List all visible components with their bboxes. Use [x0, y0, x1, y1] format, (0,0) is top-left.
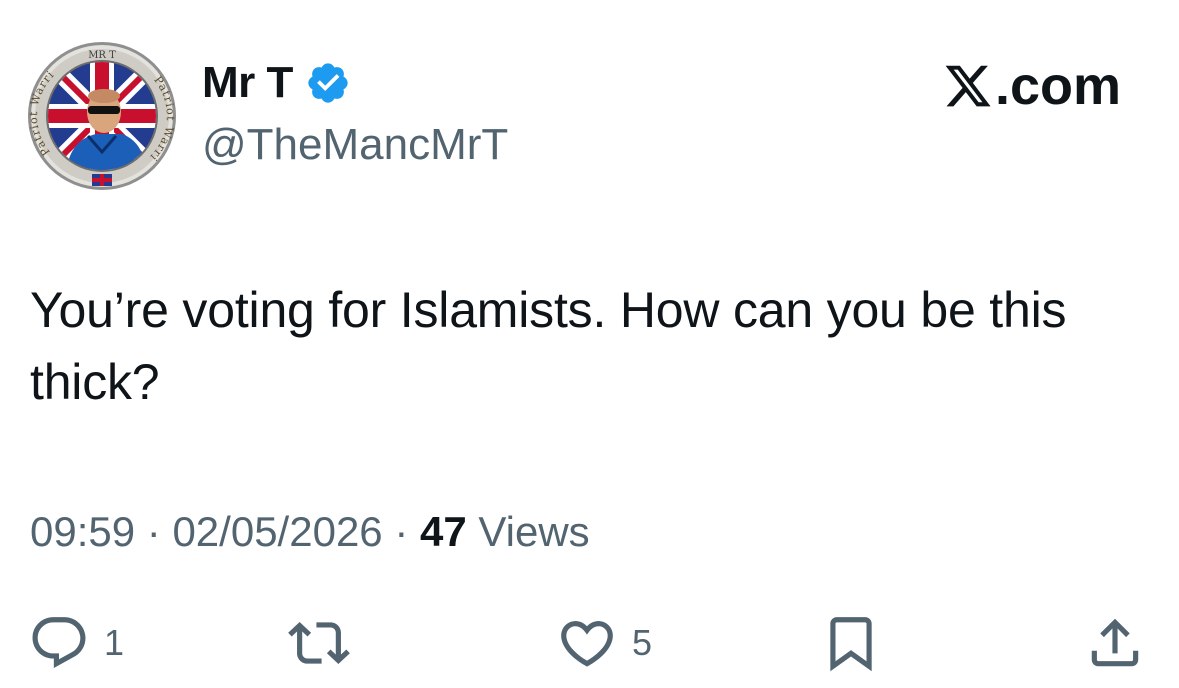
- meta-separator: ·: [146, 508, 161, 555]
- source-label: .com: [994, 56, 1121, 116]
- avatar-badge-image: Patriot Warriors Patriot Warriors MR T: [26, 40, 176, 190]
- avatar[interactable]: Patriot Warriors Patriot Warriors MR T: [26, 40, 178, 192]
- x-logo-icon: [945, 65, 991, 107]
- like-button[interactable]: 5: [556, 608, 652, 678]
- meta-separator: ·: [394, 508, 409, 555]
- reply-count: 1: [104, 622, 125, 663]
- tweet-time[interactable]: 09:59: [30, 508, 135, 555]
- bookmark-button[interactable]: [820, 608, 882, 678]
- display-name[interactable]: Mr T: [202, 56, 293, 110]
- views-count[interactable]: 47: [420, 508, 467, 555]
- repost-button[interactable]: [288, 608, 364, 678]
- tweet-meta: 09:59 · 02/05/2026 · 47 Views: [30, 502, 590, 562]
- action-bar: 1 5: [0, 608, 1179, 678]
- share-icon: [1091, 618, 1139, 667]
- like-count: 5: [632, 622, 653, 663]
- views-label[interactable]: Views: [478, 508, 589, 555]
- verified-badge-icon: [308, 63, 348, 103]
- tweet-date[interactable]: 02/05/2026: [172, 508, 382, 555]
- avatar-top-text: MR T: [88, 50, 116, 61]
- author-name-row[interactable]: Mr T: [202, 56, 351, 110]
- bookmark-icon: [830, 617, 872, 672]
- tweet-text: You’re voting for Islamists. How can you…: [30, 282, 1067, 410]
- share-button[interactable]: [1084, 608, 1146, 678]
- source-watermark: .com: [943, 56, 1121, 116]
- user-handle[interactable]: @TheMancMrT: [202, 118, 508, 172]
- reply-icon: [32, 617, 86, 669]
- heart-icon: [561, 621, 613, 667]
- reply-button[interactable]: 1: [28, 608, 124, 678]
- repost-icon: [288, 622, 350, 664]
